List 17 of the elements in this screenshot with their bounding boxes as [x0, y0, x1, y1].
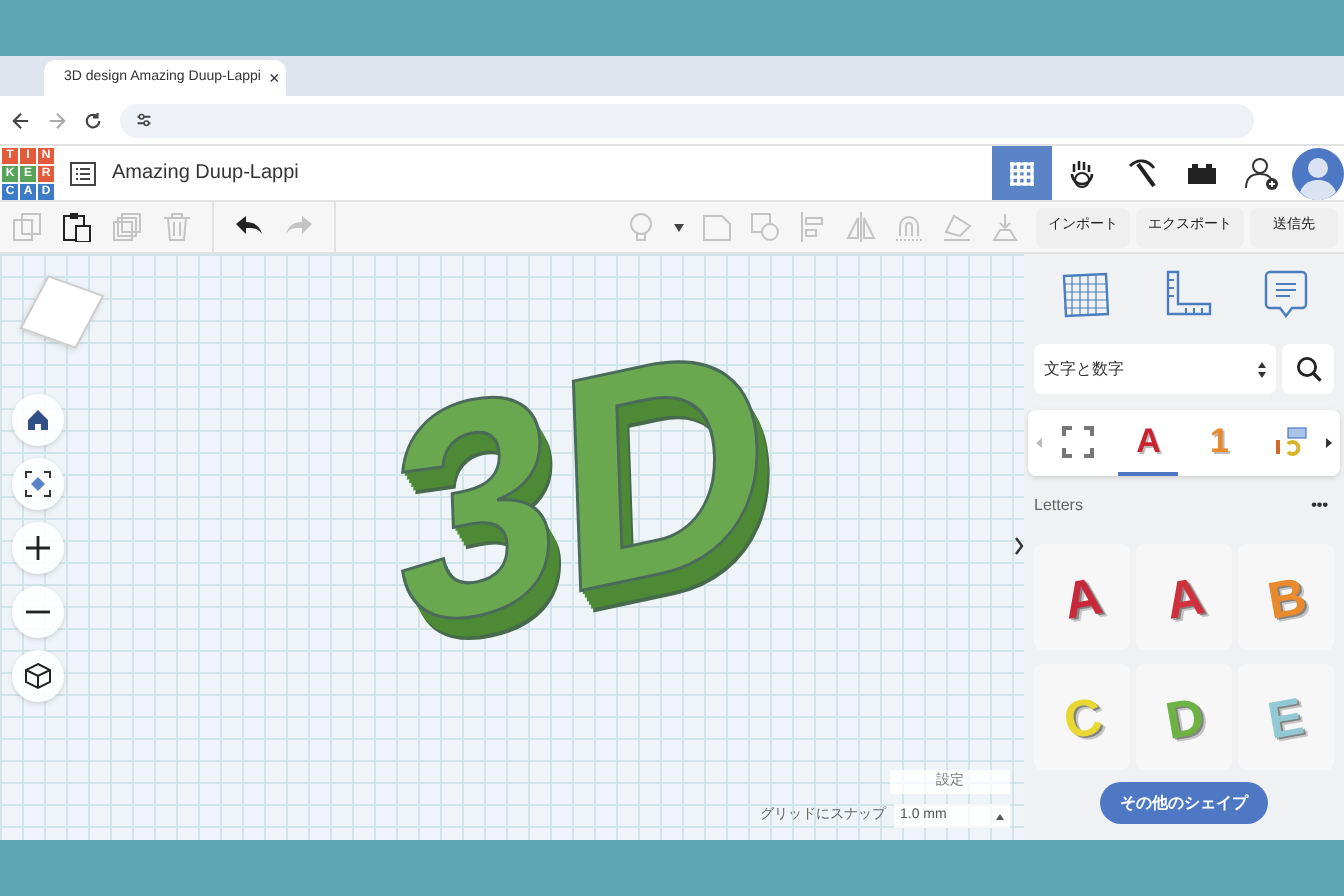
design-title[interactable]: Amazing Duup-Lappi [112, 158, 299, 188]
more-options-button[interactable]: ••• [1305, 494, 1334, 518]
shape-glyph: A [1059, 568, 1105, 626]
more-shapes-button[interactable]: その他のシェイプ [1100, 782, 1268, 824]
shape-glyph: A [1136, 424, 1161, 458]
close-tab-button[interactable]: × [268, 69, 280, 87]
category-tab[interactable]: A [1118, 410, 1179, 476]
shape-tile[interactable]: A [1136, 544, 1232, 650]
shape-glyph: B [1263, 568, 1309, 626]
category-select[interactable]: 文字と数字 [1034, 344, 1276, 394]
shape-glyph: 1 [1210, 424, 1229, 458]
shape-glyph: D [1161, 688, 1207, 746]
shape-glyph: A [1161, 568, 1207, 626]
shape-glyph: E [1264, 688, 1308, 746]
shape-tile[interactable]: A [1034, 544, 1130, 650]
shape-glyph: C [1059, 688, 1105, 746]
section-title: Letters [1034, 494, 1083, 518]
